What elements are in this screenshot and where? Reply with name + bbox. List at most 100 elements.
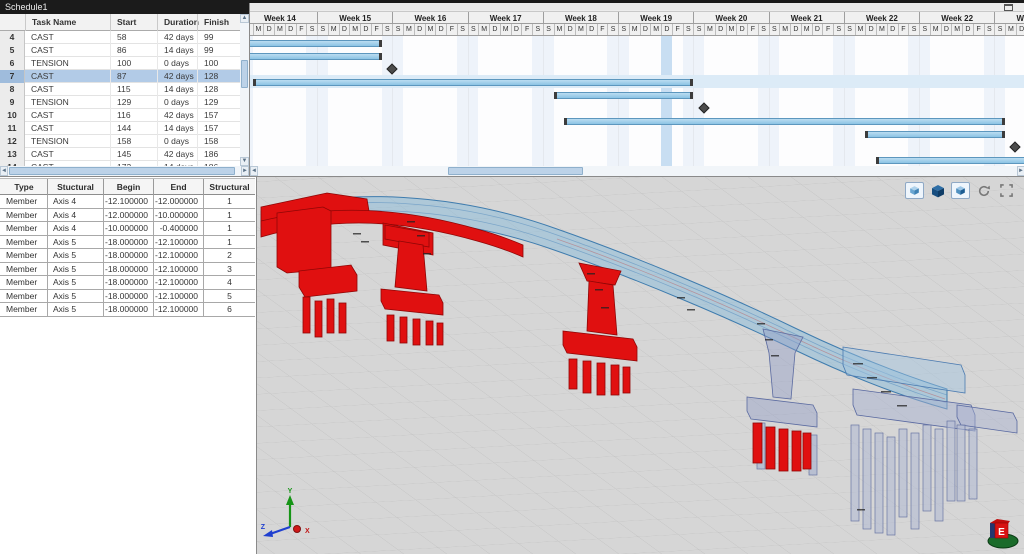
gantt-day-cell: M bbox=[553, 24, 565, 35]
task-finish-cell: 99 bbox=[197, 31, 240, 44]
view-cube-solid-icon[interactable] bbox=[951, 182, 970, 199]
task-finish-cell: 186 bbox=[197, 148, 240, 161]
member-type-cell: Member bbox=[6, 250, 38, 260]
task-col-header[interactable]: Finish bbox=[197, 14, 240, 31]
task-table-horizontal-scrollbar[interactable]: ◄ ► bbox=[0, 166, 249, 176]
member-end-cell: -12.100000 [m] bbox=[153, 276, 203, 290]
gantt-day-cell: M bbox=[929, 24, 941, 35]
member-col-header[interactable]: End bbox=[153, 179, 203, 196]
milestone-diamond[interactable] bbox=[1009, 141, 1021, 153]
task-hscroll-thumb[interactable] bbox=[9, 167, 235, 175]
task-row[interactable]: 9 TENSION 129 0 days 129 bbox=[0, 96, 240, 109]
gantt-day-cell: S bbox=[467, 24, 479, 35]
task-row[interactable]: 8 CAST 115 14 days 128 bbox=[0, 83, 240, 96]
view-cube-shaded-icon[interactable] bbox=[928, 182, 947, 199]
gantt-task-bar[interactable] bbox=[250, 40, 382, 47]
member-row[interactable]: Member Axis 5-18.000000 [m]-12.100000 [m]… bbox=[0, 276, 255, 290]
bar-end-cap bbox=[690, 79, 694, 86]
z-axis-label: Z bbox=[261, 524, 266, 531]
gantt-week-cell: Week 23 bbox=[994, 12, 1024, 23]
gantt-chart-area[interactable] bbox=[250, 36, 1024, 166]
view-cube-light-icon[interactable] bbox=[905, 182, 924, 199]
bar-start-cap bbox=[252, 79, 256, 86]
task-row[interactable]: 11 CAST 144 14 days 157 bbox=[0, 122, 240, 135]
task-table-panel: Task Name Start Duration Finish 4 CAST 58 42 d… bbox=[0, 14, 249, 176]
member-col-header[interactable]: Begin bbox=[103, 179, 153, 196]
bridge-3d-scene[interactable]: Y Z X E bbox=[257, 177, 1024, 554]
member-row[interactable]: Member Axis 4-12.000000 [m]-10.000000 [m]… bbox=[0, 208, 255, 222]
task-row-number: 7 bbox=[0, 70, 25, 83]
scroll-right-icon[interactable]: ► bbox=[1017, 166, 1024, 176]
gantt-day-cell: F bbox=[295, 24, 307, 35]
week-gridline bbox=[542, 36, 544, 166]
task-vscroll-thumb[interactable] bbox=[241, 60, 248, 88]
member-row[interactable]: Member Axis 5-18.000000 [m]-12.100000 [m]… bbox=[0, 249, 255, 263]
task-row-number: 5 bbox=[0, 44, 25, 57]
gantt-task-bar[interactable] bbox=[252, 79, 694, 86]
gantt-task-bar[interactable] bbox=[865, 131, 1005, 138]
gantt-task-bar[interactable] bbox=[553, 92, 694, 99]
refresh-view-icon[interactable] bbox=[974, 182, 993, 199]
task-finish-cell: 129 bbox=[197, 96, 240, 109]
task-row[interactable]: 6 TENSION 100 0 days 100 bbox=[0, 57, 240, 70]
member-unit-cell: 1 bbox=[203, 222, 255, 236]
member-unit-cell: 2 bbox=[203, 249, 255, 263]
member-col-header[interactable]: Type bbox=[1, 179, 47, 196]
fit-view-icon[interactable] bbox=[997, 182, 1016, 199]
task-col-header[interactable]: Duration bbox=[157, 14, 199, 31]
member-begin-cell: -18.000000 [m] bbox=[103, 289, 153, 303]
bar-start-cap bbox=[553, 92, 557, 99]
task-name-cell: TENSION bbox=[31, 58, 69, 68]
task-col-header[interactable]: Task Name bbox=[25, 14, 110, 31]
task-start-cell: 116 bbox=[110, 109, 157, 122]
scroll-left-icon[interactable]: ◄ bbox=[250, 166, 258, 176]
gantt-day-cell: D bbox=[714, 24, 726, 35]
scroll-left-icon[interactable]: ◄ bbox=[0, 166, 8, 176]
gantt-day-cell: D bbox=[790, 24, 801, 35]
task-row[interactable]: 12 TENSION 158 0 days 158 bbox=[0, 135, 240, 148]
gantt-day-cell: S bbox=[381, 24, 393, 35]
member-col-header[interactable]: Structural Unit bbox=[203, 179, 255, 196]
task-table-vertical-scrollbar[interactable]: ▲ ▼ bbox=[240, 14, 249, 166]
scroll-down-icon[interactable]: ▼ bbox=[240, 157, 249, 166]
restore-window-icon[interactable] bbox=[1004, 4, 1013, 11]
weekend-band bbox=[919, 36, 930, 166]
weekend-band bbox=[456, 36, 468, 166]
member-row[interactable]: Member Axis 5-18.000000 [m]-12.100000 [m]… bbox=[0, 235, 255, 249]
member-row[interactable]: Member Axis 4-12.100000 [m]-12.000000 [m]… bbox=[0, 195, 255, 209]
member-row[interactable]: Member Axis 5-18.000000 [m]-12.100000 [m]… bbox=[0, 289, 255, 303]
task-row[interactable]: 7 CAST 87 42 days 128 bbox=[0, 70, 240, 83]
member-axis-cell: Axis 4 bbox=[47, 195, 103, 209]
task-row[interactable]: 13 CAST 145 42 days 186 bbox=[0, 148, 240, 161]
gantt-task-bar[interactable] bbox=[564, 118, 1005, 125]
gantt-week-cell: Week 14 bbox=[250, 12, 317, 23]
task-start-cell: 144 bbox=[110, 122, 157, 135]
scroll-right-icon[interactable]: ► bbox=[241, 166, 249, 176]
gantt-day-cell: F bbox=[596, 24, 608, 35]
gantt-task-bar[interactable] bbox=[876, 157, 1024, 164]
bar-start-cap bbox=[865, 131, 869, 138]
task-row[interactable]: 4 CAST 58 42 days 99 bbox=[0, 31, 240, 44]
current-day-band bbox=[661, 36, 672, 166]
week-gridline bbox=[919, 36, 920, 166]
gantt-week-cell: Week 22 bbox=[843, 12, 919, 23]
gantt-task-bar[interactable] bbox=[250, 53, 382, 60]
bar-start-cap bbox=[876, 157, 879, 164]
member-row[interactable]: Member Axis 5-18.000000 [m]-12.100000 [m]… bbox=[0, 303, 255, 317]
gantt-hscroll-thumb[interactable] bbox=[448, 167, 583, 175]
weekend-band bbox=[908, 36, 919, 166]
scroll-up-icon[interactable]: ▲ bbox=[240, 14, 249, 23]
member-row[interactable]: Member Axis 4-10.000000 [m]-0.400000 [m]1 bbox=[0, 222, 255, 236]
task-row[interactable]: 5 CAST 86 14 days 99 bbox=[0, 44, 240, 57]
model-3d-viewport[interactable]: Y Z X E bbox=[257, 176, 1024, 554]
task-col-header[interactable]: Start bbox=[110, 14, 157, 31]
weekend-band bbox=[983, 36, 995, 166]
weekend-band bbox=[542, 36, 554, 166]
gantt-week-cell: Week 17 bbox=[467, 12, 543, 23]
task-row[interactable]: 10 CAST 116 42 days 157 bbox=[0, 109, 240, 122]
schedule-title-bar[interactable]: Schedule1 bbox=[0, 0, 249, 14]
gantt-horizontal-scrollbar[interactable]: ◄ ► bbox=[250, 166, 1024, 176]
gantt-day-cell: S bbox=[317, 24, 328, 35]
member-row[interactable]: Member Axis 5-18.000000 [m]-12.100000 [m]… bbox=[0, 262, 255, 276]
member-col-header[interactable]: Stuctural Memb bbox=[47, 179, 103, 196]
